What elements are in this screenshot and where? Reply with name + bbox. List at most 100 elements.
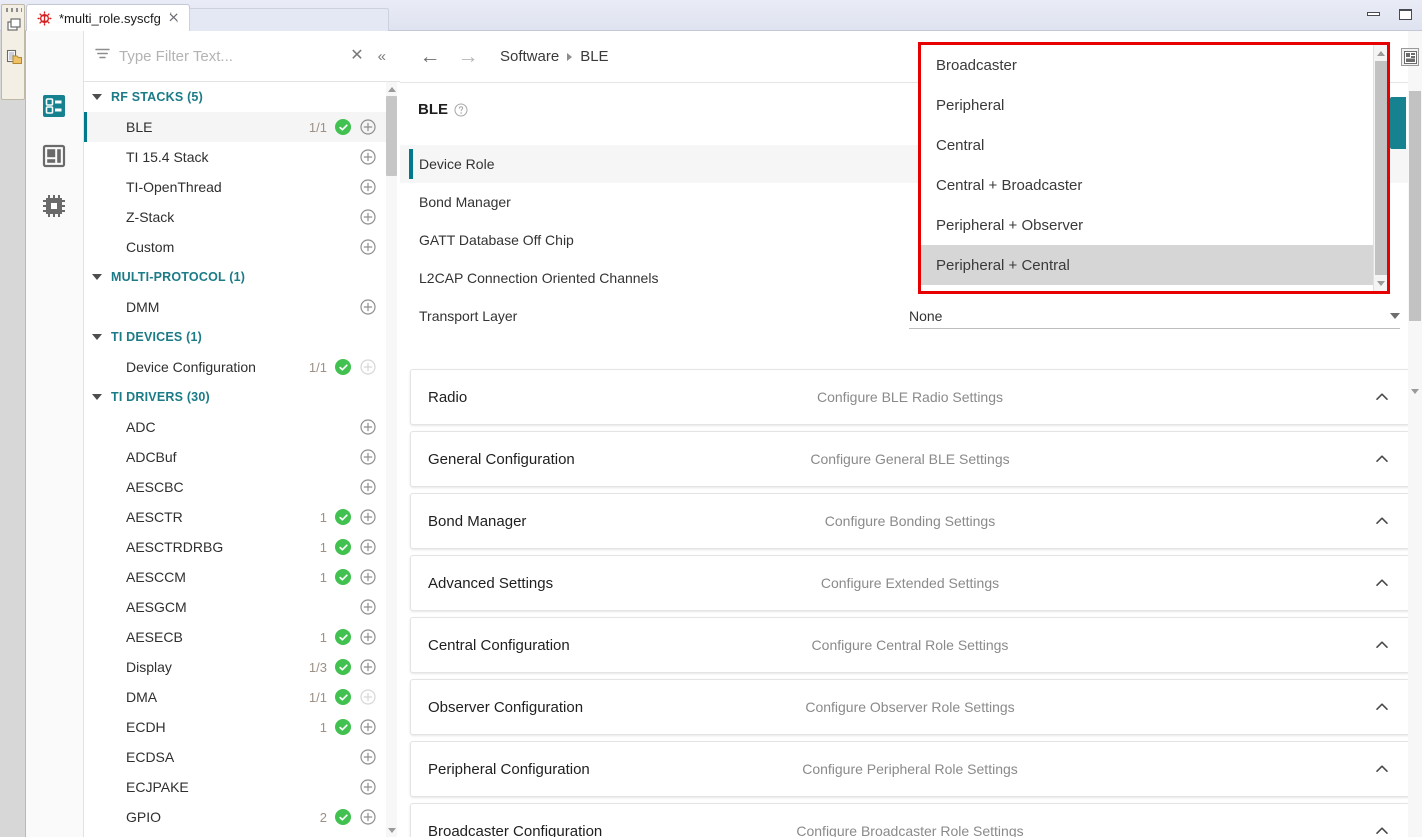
tree-scrollbar-thumb[interactable] xyxy=(386,96,397,176)
chevron-up-icon[interactable] xyxy=(1375,700,1389,714)
tree-group-header[interactable]: RF STACKS (5) xyxy=(84,82,386,112)
tree-item-adc[interactable]: ADC xyxy=(84,412,386,442)
tree-group-header[interactable]: MULTI-PROTOCOL (1) xyxy=(84,262,386,292)
tree-item-dma[interactable]: DMA1/1 xyxy=(84,682,386,712)
add-module-icon[interactable] xyxy=(360,419,376,435)
add-module-icon[interactable] xyxy=(360,119,376,135)
section-broadcaster-configuration[interactable]: Broadcaster ConfigurationConfigure Broad… xyxy=(410,803,1410,837)
add-module-icon[interactable] xyxy=(360,629,376,645)
dropdown-option-central[interactable]: Central xyxy=(921,125,1379,165)
tree-group-header[interactable]: TI DRIVERS (30) xyxy=(84,382,386,412)
section-bond-manager[interactable]: Bond ManagerConfigure Bonding Settings xyxy=(410,493,1410,549)
add-module-icon[interactable] xyxy=(360,179,376,195)
filter-input[interactable] xyxy=(119,48,338,65)
chevron-up-icon[interactable] xyxy=(1375,824,1389,837)
dropdown-option-peripheral-observer[interactable]: Peripheral + Observer xyxy=(921,205,1379,245)
tree-item-aesecb[interactable]: AESECB1 xyxy=(84,622,386,652)
chip-view-icon[interactable] xyxy=(40,192,68,220)
add-module-icon[interactable] xyxy=(360,149,376,165)
tree-item-ecdsa[interactable]: ECDSA xyxy=(84,742,386,772)
copy-file-icon[interactable] xyxy=(6,49,23,66)
add-module-icon[interactable] xyxy=(360,479,376,495)
main-scroll-down-icon[interactable] xyxy=(1410,385,1420,397)
drag-handle[interactable] xyxy=(6,8,22,12)
select-transport-layer[interactable]: None xyxy=(909,303,1400,329)
add-module-icon[interactable] xyxy=(360,719,376,735)
tree-item-aesctrdrbg[interactable]: AESCTRDRBG1 xyxy=(84,532,386,562)
add-module-icon[interactable] xyxy=(360,599,376,615)
scroll-down-icon[interactable] xyxy=(387,825,396,835)
chevron-up-icon[interactable] xyxy=(1375,762,1389,776)
section-peripheral-configuration[interactable]: Peripheral ConfigurationConfigure Periph… xyxy=(410,741,1410,797)
tree-item-custom[interactable]: Custom xyxy=(84,232,386,262)
tree-item-adcbuf[interactable]: ADCBuf xyxy=(84,442,386,472)
dropdown-scrollbar[interactable] xyxy=(1373,45,1387,291)
forward-button[interactable]: → xyxy=(456,46,480,67)
tree-item-ti-openthread[interactable]: TI-OpenThread xyxy=(84,172,386,202)
maximize-button[interactable] xyxy=(1392,4,1418,24)
main-scrollbar-thumb[interactable] xyxy=(1409,91,1421,321)
add-module-icon[interactable] xyxy=(360,209,376,225)
add-module-icon[interactable] xyxy=(360,539,376,555)
tree-item-aesgcm[interactable]: AESGCM xyxy=(84,592,386,622)
tree-item-z-stack[interactable]: Z-Stack xyxy=(84,202,386,232)
add-module-icon[interactable] xyxy=(360,239,376,255)
tree-item-aescbc[interactable]: AESCBC xyxy=(84,472,386,502)
device-view-icon[interactable] xyxy=(40,142,68,170)
panel-layout-icon[interactable] xyxy=(1401,48,1419,66)
field-row-transport-layer[interactable]: Transport LayerNone xyxy=(400,297,1422,335)
breadcrumb-software[interactable]: Software xyxy=(500,48,559,65)
dropdown-scrollbar-thumb[interactable] xyxy=(1375,61,1387,275)
chevron-up-icon[interactable] xyxy=(1375,514,1389,528)
dropdown-option-peripheral-central[interactable]: Peripheral + Central xyxy=(921,245,1379,285)
tree-item-aesccm[interactable]: AESCCM1 xyxy=(84,562,386,592)
chevron-up-icon[interactable] xyxy=(1375,576,1389,590)
close-icon[interactable] xyxy=(168,11,180,25)
section-observer-configuration[interactable]: Observer ConfigurationConfigure Observer… xyxy=(410,679,1410,735)
chevron-up-icon[interactable] xyxy=(1375,390,1389,404)
section-radio[interactable]: RadioConfigure BLE Radio Settings xyxy=(410,369,1410,425)
tree-item-ble[interactable]: BLE1/1 xyxy=(84,112,386,142)
help-icon[interactable] xyxy=(454,103,468,117)
tree-item-gpio[interactable]: GPIO2 xyxy=(84,802,386,832)
add-module-icon[interactable] xyxy=(360,449,376,465)
add-module-icon[interactable] xyxy=(360,689,376,705)
dropdown-option-broadcaster[interactable]: Broadcaster xyxy=(921,45,1379,85)
add-module-icon[interactable] xyxy=(360,569,376,585)
add-module-icon[interactable] xyxy=(360,509,376,525)
section-advanced-settings[interactable]: Advanced SettingsConfigure Extended Sett… xyxy=(410,555,1410,611)
dropdown-scroll-up-icon[interactable] xyxy=(1376,47,1386,59)
software-modules-icon[interactable] xyxy=(40,92,68,120)
chevron-up-icon[interactable] xyxy=(1375,452,1389,466)
add-module-icon[interactable] xyxy=(360,809,376,825)
device-role-dropdown[interactable]: BroadcasterPeripheralCentralCentral + Br… xyxy=(918,42,1390,294)
add-module-icon[interactable] xyxy=(360,659,376,675)
add-module-icon[interactable] xyxy=(360,299,376,315)
tree-group-header[interactable]: TI DEVICES (1) xyxy=(84,322,386,352)
minimize-button[interactable] xyxy=(1360,4,1386,24)
chevron-up-icon[interactable] xyxy=(1375,638,1389,652)
editor-tab-syscfg[interactable]: *multi_role.syscfg xyxy=(26,4,190,31)
main-scrollbar[interactable] xyxy=(1408,31,1422,837)
tree-item-display[interactable]: Display1/3 xyxy=(84,652,386,682)
collapse-panel-icon[interactable]: « xyxy=(376,49,388,64)
tree-item-ecjpake[interactable]: ECJPAKE xyxy=(84,772,386,802)
add-module-icon[interactable] xyxy=(360,779,376,795)
dropdown-option-central-broadcaster[interactable]: Central + Broadcaster xyxy=(921,165,1379,205)
add-module-icon[interactable] xyxy=(360,749,376,765)
section-general-configuration[interactable]: General ConfigurationConfigure General B… xyxy=(410,431,1410,487)
tree-item-ecdh[interactable]: ECDH1 xyxy=(84,712,386,742)
clear-filter-icon[interactable]: ✕ xyxy=(346,48,367,64)
section-central-configuration[interactable]: Central ConfigurationConfigure Central R… xyxy=(410,617,1410,673)
scroll-up-icon[interactable] xyxy=(387,84,396,94)
dropdown-option-peripheral[interactable]: Peripheral xyxy=(921,85,1379,125)
tree-item-device-configuration[interactable]: Device Configuration1/1 xyxy=(84,352,386,382)
tree-scrollbar[interactable] xyxy=(386,82,397,837)
restore-view-icon[interactable] xyxy=(6,17,23,34)
dropdown-scroll-down-icon[interactable] xyxy=(1376,277,1386,289)
outline-tab[interactable] xyxy=(1390,97,1406,149)
tree-item-aesctr[interactable]: AESCTR1 xyxy=(84,502,386,532)
tree-item-dmm[interactable]: DMM xyxy=(84,292,386,322)
add-module-icon[interactable] xyxy=(360,359,376,375)
back-button[interactable]: ← xyxy=(418,46,442,67)
